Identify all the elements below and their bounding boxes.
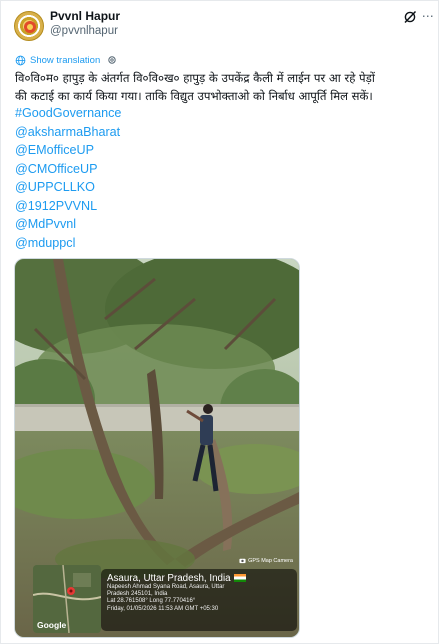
globe-icon — [15, 55, 26, 65]
more-icon[interactable]: ⋯ — [421, 9, 435, 23]
mention-link[interactable]: @MdPvvnl — [15, 215, 121, 234]
india-flag-icon — [233, 574, 246, 583]
tweet-text: वि०वि०म० हापुड़ के अंतर्गत वि०वि०ख० हापु… — [15, 69, 435, 105]
show-translation-link[interactable]: Show translation — [30, 55, 100, 66]
translate-row[interactable]: Show translation — [15, 53, 117, 67]
avatar[interactable] — [14, 11, 44, 41]
mention-link[interactable]: @EMofficeUP — [15, 141, 121, 160]
gps-info-card: Asaura, Uttar Pradesh, India Napeesh Ahm… — [101, 569, 297, 631]
map-attribution: Google — [37, 620, 67, 630]
gps-location-title: Asaura, Uttar Pradesh, India — [107, 573, 291, 584]
gps-location-text: Asaura, Uttar Pradesh, India — [107, 573, 231, 584]
author-display-name[interactable]: Pvvnl Hapur — [50, 9, 120, 23]
map-thumbnail: Google — [33, 565, 101, 633]
gps-datetime: Friday, 01/05/2026 11:53 AM GMT +05:30 — [107, 605, 219, 612]
author-handle[interactable]: @pvvnlhapur — [50, 25, 118, 37]
mention-link[interactable]: @CMOfficeUP — [15, 160, 121, 179]
tweet-text-line: वि०वि०म० हापुड़ के अंतर्गत वि०वि०ख० हापु… — [15, 71, 375, 85]
gps-app-name: GPS Map Camera — [248, 557, 293, 564]
mention-link[interactable]: @UPPCLLKO — [15, 178, 121, 197]
tweet-photo[interactable]: GPS Map Camera Google Asaura, Uttar Prad… — [14, 258, 300, 638]
gps-app-tag: GPS Map Camera — [239, 557, 293, 564]
gps-address-line: Pradesh 245101, India — [107, 591, 168, 598]
tweet-text-line: की कटाई का कार्य किया गया। ताकि विद्युत … — [15, 89, 373, 103]
grok-icon[interactable] — [403, 10, 417, 24]
hashtag-link[interactable]: #GoodGovernance — [15, 104, 121, 123]
tweet-tags: #GoodGovernance @aksharmaBharat @EMoffic… — [15, 104, 121, 252]
mention-link[interactable]: @1912PVVNL — [15, 197, 121, 216]
gps-coordinates: Lat 28.761508° Long 77.770416° — [107, 598, 196, 605]
tweet-card: Pvvnl Hapur @pvvnlhapur ⋯ Show translati… — [0, 0, 439, 644]
mention-link[interactable]: @mduppcl — [15, 234, 121, 253]
camera-icon — [239, 558, 246, 564]
mention-link[interactable]: @aksharmaBharat — [15, 123, 121, 142]
gps-address-line: Napeesh Ahmad Syana Road, Asaura, Uttar — [107, 584, 225, 590]
pvvnl-logo-icon — [24, 21, 36, 33]
gear-icon[interactable] — [107, 55, 117, 65]
